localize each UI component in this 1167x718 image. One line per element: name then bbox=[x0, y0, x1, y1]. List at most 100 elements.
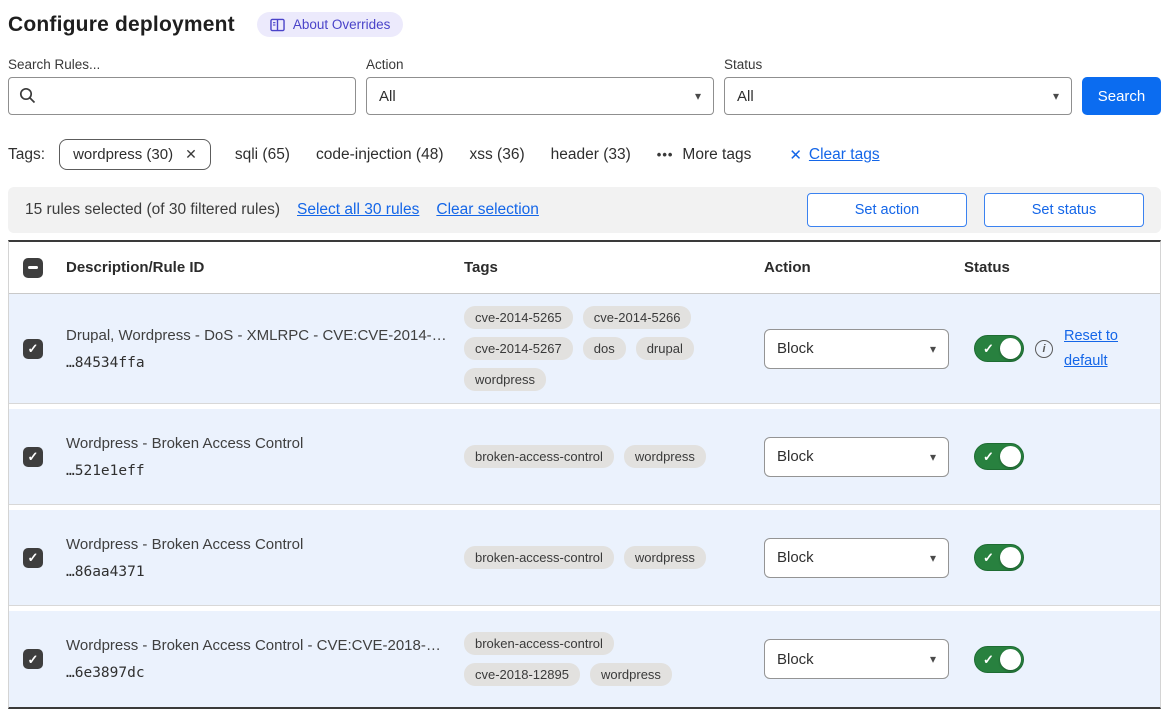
action-dropdown[interactable]: Block ▾ bbox=[764, 437, 949, 477]
selected-tag-wordpress[interactable]: wordpress (30) ✕ bbox=[59, 139, 211, 170]
tag-pill: broken-access-control bbox=[464, 632, 614, 655]
tag-pill: wordpress bbox=[464, 368, 546, 391]
check-icon: ✓ bbox=[28, 551, 39, 564]
tag-filter-header[interactable]: header (33) bbox=[551, 146, 631, 164]
configure-deployment-page: Configure deployment About Overrides Sea… bbox=[0, 0, 1167, 709]
check-icon: ✓ bbox=[983, 550, 994, 566]
rule-id: …6e3897dc bbox=[66, 665, 446, 681]
action-dropdown[interactable]: Block ▾ bbox=[764, 538, 949, 578]
tag-pill: broken-access-control bbox=[464, 445, 614, 468]
search-icon bbox=[19, 87, 36, 104]
action-value: Block bbox=[777, 549, 814, 566]
column-header-description: Description/Rule ID bbox=[57, 259, 464, 276]
rules-table: Description/Rule ID Tags Action Status ✓… bbox=[8, 240, 1161, 709]
search-rules-label: Search Rules... bbox=[8, 57, 356, 72]
set-action-button[interactable]: Set action bbox=[807, 193, 967, 227]
about-overrides-badge[interactable]: About Overrides bbox=[257, 12, 404, 37]
tag-pill: dos bbox=[583, 337, 626, 360]
status-toggle[interactable]: ✓ bbox=[974, 335, 1024, 362]
select-all-checkbox[interactable] bbox=[23, 258, 43, 278]
table-row: ✓ Wordpress - Broken Access Control - CV… bbox=[9, 611, 1160, 707]
toggle-knob bbox=[1000, 649, 1021, 670]
clear-tags-link[interactable]: Clear tags bbox=[809, 146, 880, 164]
rule-id: …86aa4371 bbox=[66, 564, 446, 580]
check-icon: ✓ bbox=[28, 653, 39, 666]
check-icon: ✓ bbox=[983, 652, 994, 668]
rule-tags: cve-2014-5265 cve-2014-5266 cve-2014-526… bbox=[464, 306, 734, 391]
rule-id: …521e1eff bbox=[66, 463, 446, 479]
page-title: Configure deployment bbox=[8, 13, 235, 37]
status-filter-field: Status All ▾ bbox=[724, 57, 1072, 115]
row-checkbox[interactable]: ✓ bbox=[23, 339, 43, 359]
row-checkbox[interactable]: ✓ bbox=[23, 649, 43, 669]
check-icon: ✓ bbox=[28, 450, 39, 463]
remove-tag-icon[interactable]: ✕ bbox=[185, 146, 197, 163]
table-row: ✓ Drupal, Wordpress - DoS - XMLRPC - CVE… bbox=[9, 294, 1160, 404]
tag-filter-code-injection[interactable]: code-injection (48) bbox=[316, 146, 444, 164]
close-icon: ✕ bbox=[789, 146, 802, 164]
tag-pill: cve-2014-5265 bbox=[464, 306, 573, 329]
column-header-tags: Tags bbox=[464, 259, 764, 276]
action-filter-value: All bbox=[379, 88, 396, 105]
tag-filter-sqli[interactable]: sqli (65) bbox=[235, 146, 290, 164]
status-toggle[interactable]: ✓ bbox=[974, 646, 1024, 673]
table-row: ✓ Wordpress - Broken Access Control …521… bbox=[9, 409, 1160, 505]
select-all-link[interactable]: Select all 30 rules bbox=[297, 201, 419, 219]
filter-bar: Search Rules... Action All ▾ Status All … bbox=[8, 57, 1161, 115]
action-filter-select[interactable]: All ▾ bbox=[366, 77, 714, 115]
chevron-down-icon: ▾ bbox=[930, 450, 936, 464]
more-tags-label: More tags bbox=[682, 146, 751, 164]
tag-pill: cve-2014-5267 bbox=[464, 337, 573, 360]
info-icon[interactable]: i bbox=[1035, 340, 1053, 358]
action-value: Block bbox=[777, 340, 814, 357]
tags-bar: Tags: wordpress (30) ✕ sqli (65) code-in… bbox=[8, 139, 1161, 170]
rule-tags: broken-access-control wordpress bbox=[464, 445, 734, 468]
column-header-status: Status bbox=[964, 259, 1160, 276]
more-tags-button[interactable]: ••• More tags bbox=[657, 146, 752, 164]
about-overrides-label: About Overrides bbox=[293, 17, 391, 32]
rule-description: Drupal, Wordpress - DoS - XMLRPC - CVE:C… bbox=[66, 327, 446, 344]
chevron-down-icon: ▾ bbox=[695, 89, 701, 103]
tag-pill: drupal bbox=[636, 337, 694, 360]
check-icon: ✓ bbox=[983, 341, 994, 357]
search-rules-input[interactable] bbox=[8, 77, 356, 115]
search-button[interactable]: Search bbox=[1082, 77, 1161, 115]
selection-bar: 15 rules selected (of 30 filtered rules)… bbox=[8, 187, 1161, 233]
tags-label: Tags: bbox=[8, 146, 45, 164]
tag-pill: cve-2014-5266 bbox=[583, 306, 692, 329]
set-status-button[interactable]: Set status bbox=[984, 193, 1144, 227]
action-value: Block bbox=[777, 651, 814, 668]
page-header: Configure deployment About Overrides bbox=[8, 12, 1161, 37]
tag-filter-xss[interactable]: xss (36) bbox=[470, 146, 525, 164]
column-header-action: Action bbox=[764, 259, 964, 276]
rule-description: Wordpress - Broken Access Control - CVE:… bbox=[66, 637, 446, 654]
chevron-down-icon: ▾ bbox=[1053, 89, 1059, 103]
rule-description: Wordpress - Broken Access Control bbox=[66, 536, 446, 553]
tag-pill: wordpress bbox=[624, 445, 706, 468]
toggle-knob bbox=[1000, 446, 1021, 467]
clear-tags-button[interactable]: ✕ Clear tags bbox=[789, 146, 879, 164]
status-toggle[interactable]: ✓ bbox=[974, 443, 1024, 470]
indeterminate-icon bbox=[28, 266, 38, 269]
row-checkbox[interactable]: ✓ bbox=[23, 548, 43, 568]
tag-pill: cve-2018-12895 bbox=[464, 663, 580, 686]
selection-summary: 15 rules selected (of 30 filtered rules) bbox=[25, 201, 280, 219]
reset-to-default-link[interactable]: Reset to default bbox=[1064, 324, 1130, 373]
row-checkbox[interactable]: ✓ bbox=[23, 447, 43, 467]
check-icon: ✓ bbox=[983, 449, 994, 465]
rule-id: …84534ffa bbox=[66, 355, 446, 371]
tag-pill: wordpress bbox=[590, 663, 672, 686]
tag-pill: wordpress bbox=[624, 546, 706, 569]
clear-selection-link[interactable]: Clear selection bbox=[436, 201, 539, 219]
status-toggle[interactable]: ✓ bbox=[974, 544, 1024, 571]
action-filter-field: Action All ▾ bbox=[366, 57, 714, 115]
action-value: Block bbox=[777, 448, 814, 465]
action-dropdown[interactable]: Block ▾ bbox=[764, 329, 949, 369]
search-rules-field: Search Rules... bbox=[8, 57, 356, 115]
book-icon bbox=[270, 18, 285, 32]
status-filter-select[interactable]: All ▾ bbox=[724, 77, 1072, 115]
action-dropdown[interactable]: Block ▾ bbox=[764, 639, 949, 679]
table-row: ✓ Wordpress - Broken Access Control …86a… bbox=[9, 510, 1160, 606]
action-filter-label: Action bbox=[366, 57, 714, 72]
status-filter-value: All bbox=[737, 88, 754, 105]
